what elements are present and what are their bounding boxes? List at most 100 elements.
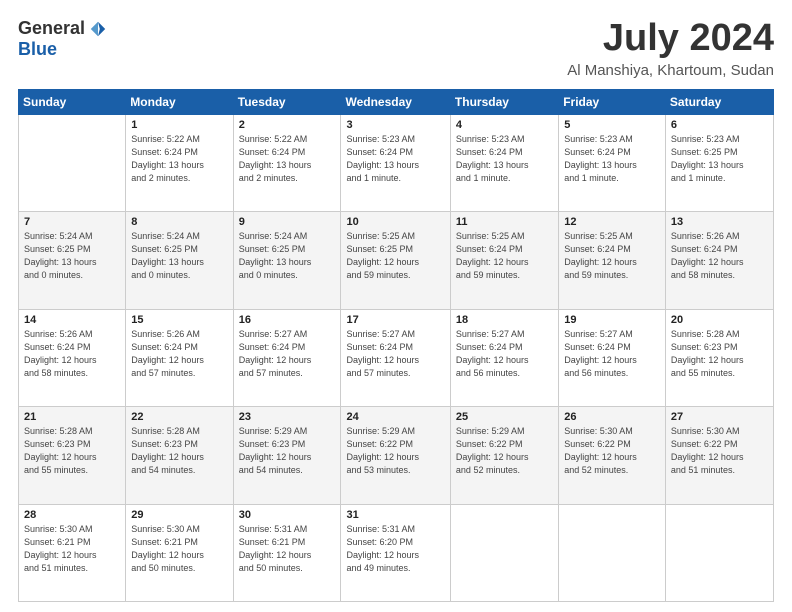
day-info: Sunrise: 5:30 AM Sunset: 6:21 PM Dayligh… <box>131 523 227 575</box>
day-info: Sunrise: 5:29 AM Sunset: 6:22 PM Dayligh… <box>346 425 444 477</box>
calendar-cell: 10 Sunrise: 5:25 AM Sunset: 6:25 PM Dayli… <box>341 212 450 309</box>
day-info: Sunrise: 5:28 AM Sunset: 6:23 PM Dayligh… <box>24 425 120 477</box>
calendar-cell: 15 Sunrise: 5:26 AM Sunset: 6:24 PM Dayli… <box>126 309 233 406</box>
calendar-cell: 14Sunrise: 5:26 AM Sunset: 6:24 PM Dayli… <box>19 309 126 406</box>
day-info: Sunrise: 5:31 AM Sunset: 6:21 PM Dayligh… <box>239 523 336 575</box>
calendar-week-row: 28 Sunrise: 5:30 AM Sunset: 6:21 PM Dayli… <box>19 504 774 601</box>
weekday-header: Friday <box>559 89 666 114</box>
day-info: Sunrise: 5:27 AM Sunset: 6:24 PM Dayligh… <box>456 328 553 380</box>
day-number: 26 <box>564 411 660 423</box>
day-info: Sunrise: 5:23 AM Sunset: 6:25 PM Dayligh… <box>671 133 768 185</box>
calendar-cell: 24 Sunrise: 5:29 AM Sunset: 6:22 PM Dayli… <box>341 407 450 504</box>
day-number: 8 <box>131 216 227 228</box>
calendar-cell: 11Sunrise: 5:25 AM Sunset: 6:24 PM Dayli… <box>450 212 558 309</box>
day-number: 27 <box>671 411 768 423</box>
calendar-cell: 25Sunrise: 5:29 AM Sunset: 6:22 PM Dayli… <box>450 407 558 504</box>
day-number: 16 <box>239 314 336 326</box>
day-info: Sunrise: 5:25 AM Sunset: 6:24 PM Dayligh… <box>564 230 660 282</box>
calendar-cell: 12 Sunrise: 5:25 AM Sunset: 6:24 PM Dayli… <box>559 212 666 309</box>
calendar-cell <box>665 504 773 601</box>
calendar-cell <box>450 504 558 601</box>
calendar-cell: 8 Sunrise: 5:24 AM Sunset: 6:25 PM Daylig… <box>126 212 233 309</box>
calendar-table: SundayMondayTuesdayWednesdayThursdayFrid… <box>18 89 774 602</box>
calendar-cell: 29Sunrise: 5:30 AM Sunset: 6:21 PM Dayli… <box>126 504 233 601</box>
weekday-header: Monday <box>126 89 233 114</box>
calendar-cell: 27 Sunrise: 5:30 AM Sunset: 6:22 PM Dayli… <box>665 407 773 504</box>
calendar-cell: 31Sunrise: 5:31 AM Sunset: 6:20 PM Dayli… <box>341 504 450 601</box>
day-info: Sunrise: 5:23 AM Sunset: 6:24 PM Dayligh… <box>346 133 444 185</box>
calendar-cell: 3 Sunrise: 5:23 AM Sunset: 6:24 PM Daylig… <box>341 114 450 211</box>
calendar-body: 1 Sunrise: 5:22 AM Sunset: 6:24 PM Daylig… <box>19 114 774 601</box>
weekday-header: Tuesday <box>233 89 341 114</box>
day-number: 13 <box>671 216 768 228</box>
weekday-header-row: SundayMondayTuesdayWednesdayThursdayFrid… <box>19 89 774 114</box>
day-info: Sunrise: 5:24 AM Sunset: 6:25 PM Dayligh… <box>131 230 227 282</box>
day-info: Sunrise: 5:26 AM Sunset: 6:24 PM Dayligh… <box>24 328 120 380</box>
day-info: Sunrise: 5:26 AM Sunset: 6:24 PM Dayligh… <box>671 230 768 282</box>
calendar-cell: 30Sunrise: 5:31 AM Sunset: 6:21 PM Dayli… <box>233 504 341 601</box>
calendar-week-row: 7 Sunrise: 5:24 AM Sunset: 6:25 PM Daylig… <box>19 212 774 309</box>
calendar-cell: 22Sunrise: 5:28 AM Sunset: 6:23 PM Dayli… <box>126 407 233 504</box>
page: General Blue July 2024 Al Manshiya, Khar… <box>0 0 792 612</box>
day-info: Sunrise: 5:29 AM Sunset: 6:23 PM Dayligh… <box>239 425 336 477</box>
title-area: July 2024 Al Manshiya, Khartoum, Sudan <box>567 18 774 79</box>
day-info: Sunrise: 5:31 AM Sunset: 6:20 PM Dayligh… <box>346 523 444 575</box>
day-number: 12 <box>564 216 660 228</box>
day-number: 5 <box>564 119 660 131</box>
day-number: 21 <box>24 411 120 423</box>
calendar-cell: 28Sunrise: 5:30 AM Sunset: 6:21 PM Dayli… <box>19 504 126 601</box>
calendar-cell: 23 Sunrise: 5:29 AM Sunset: 6:23 PM Dayli… <box>233 407 341 504</box>
day-number: 11 <box>456 216 553 228</box>
day-number: 2 <box>239 119 336 131</box>
day-number: 3 <box>346 119 444 131</box>
day-number: 10 <box>346 216 444 228</box>
weekday-header: Sunday <box>19 89 126 114</box>
calendar-cell: 21 Sunrise: 5:28 AM Sunset: 6:23 PM Dayli… <box>19 407 126 504</box>
logo-blue: Blue <box>18 39 57 60</box>
day-number: 20 <box>671 314 768 326</box>
day-info: Sunrise: 5:27 AM Sunset: 6:24 PM Dayligh… <box>564 328 660 380</box>
calendar-cell: 19 Sunrise: 5:27 AM Sunset: 6:24 PM Dayli… <box>559 309 666 406</box>
day-info: Sunrise: 5:24 AM Sunset: 6:25 PM Dayligh… <box>24 230 120 282</box>
day-number: 23 <box>239 411 336 423</box>
calendar-cell: 13 Sunrise: 5:26 AM Sunset: 6:24 PM Dayli… <box>665 212 773 309</box>
weekday-header: Saturday <box>665 89 773 114</box>
day-number: 17 <box>346 314 444 326</box>
calendar-cell: 4Sunrise: 5:23 AM Sunset: 6:24 PM Daylig… <box>450 114 558 211</box>
location: Al Manshiya, Khartoum, Sudan <box>567 62 774 79</box>
calendar-cell <box>559 504 666 601</box>
calendar-cell: 26 Sunrise: 5:30 AM Sunset: 6:22 PM Dayli… <box>559 407 666 504</box>
calendar-cell: 5 Sunrise: 5:23 AM Sunset: 6:24 PM Daylig… <box>559 114 666 211</box>
day-info: Sunrise: 5:23 AM Sunset: 6:24 PM Dayligh… <box>456 133 553 185</box>
day-info: Sunrise: 5:23 AM Sunset: 6:24 PM Dayligh… <box>564 133 660 185</box>
day-info: Sunrise: 5:28 AM Sunset: 6:23 PM Dayligh… <box>671 328 768 380</box>
month-title: July 2024 <box>567 18 774 60</box>
calendar-cell: 9 Sunrise: 5:24 AM Sunset: 6:25 PM Daylig… <box>233 212 341 309</box>
day-number: 19 <box>564 314 660 326</box>
day-info: Sunrise: 5:26 AM Sunset: 6:24 PM Dayligh… <box>131 328 227 380</box>
calendar-week-row: 14Sunrise: 5:26 AM Sunset: 6:24 PM Dayli… <box>19 309 774 406</box>
day-number: 28 <box>24 509 120 521</box>
calendar-cell: 6Sunrise: 5:23 AM Sunset: 6:25 PM Daylig… <box>665 114 773 211</box>
day-info: Sunrise: 5:29 AM Sunset: 6:22 PM Dayligh… <box>456 425 553 477</box>
calendar-cell: 17Sunrise: 5:27 AM Sunset: 6:24 PM Dayli… <box>341 309 450 406</box>
day-info: Sunrise: 5:24 AM Sunset: 6:25 PM Dayligh… <box>239 230 336 282</box>
logo-general: General <box>18 18 85 39</box>
day-info: Sunrise: 5:22 AM Sunset: 6:24 PM Dayligh… <box>239 133 336 185</box>
weekday-header: Thursday <box>450 89 558 114</box>
day-number: 22 <box>131 411 227 423</box>
day-info: Sunrise: 5:30 AM Sunset: 6:22 PM Dayligh… <box>671 425 768 477</box>
day-info: Sunrise: 5:30 AM Sunset: 6:22 PM Dayligh… <box>564 425 660 477</box>
day-number: 24 <box>346 411 444 423</box>
day-number: 7 <box>24 216 120 228</box>
calendar-cell <box>19 114 126 211</box>
day-number: 1 <box>131 119 227 131</box>
day-number: 9 <box>239 216 336 228</box>
logo: General Blue <box>18 18 107 60</box>
weekday-header: Wednesday <box>341 89 450 114</box>
day-info: Sunrise: 5:25 AM Sunset: 6:25 PM Dayligh… <box>346 230 444 282</box>
day-number: 18 <box>456 314 553 326</box>
day-info: Sunrise: 5:22 AM Sunset: 6:24 PM Dayligh… <box>131 133 227 185</box>
calendar-week-row: 21 Sunrise: 5:28 AM Sunset: 6:23 PM Dayli… <box>19 407 774 504</box>
day-number: 15 <box>131 314 227 326</box>
